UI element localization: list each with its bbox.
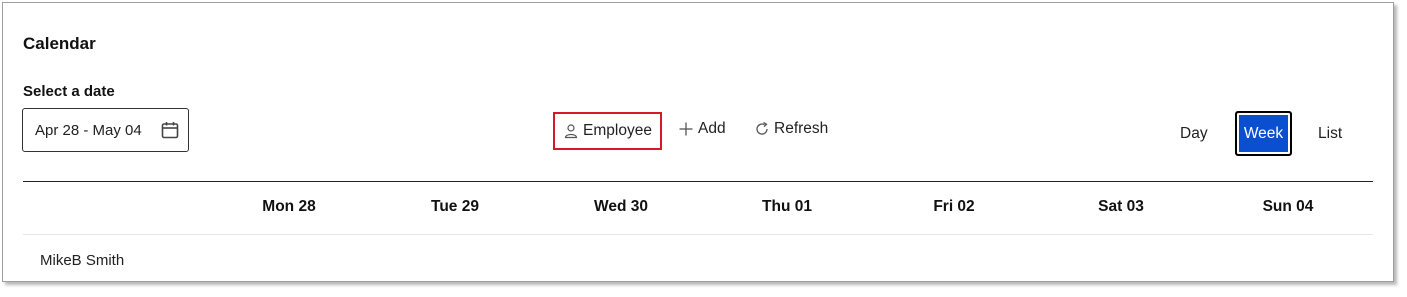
employee-row-name: MikeB Smith xyxy=(40,252,125,269)
day-header-tue: Tue 29 xyxy=(431,198,479,215)
calendar-panel: Calendar Select a date Apr 28 - May 04 E… xyxy=(2,2,1394,282)
employee-button[interactable]: Employee xyxy=(553,112,662,150)
view-list-button[interactable]: List xyxy=(1318,125,1342,143)
day-header-thu: Thu 01 xyxy=(762,198,812,215)
date-picker-label: Select a date xyxy=(23,83,115,100)
plus-icon xyxy=(679,122,693,136)
day-header-sun: Sun 04 xyxy=(1262,198,1314,215)
add-label: Add xyxy=(698,120,726,137)
day-header-wed: Wed 30 xyxy=(594,198,648,215)
calendar-icon[interactable] xyxy=(160,120,180,140)
refresh-button[interactable]: Refresh xyxy=(754,120,828,138)
person-icon xyxy=(564,124,578,139)
refresh-icon xyxy=(756,121,768,135)
day-header-mon: Mon 28 xyxy=(262,198,316,215)
view-day-button[interactable]: Day xyxy=(1180,125,1208,143)
view-week-button[interactable]: Week xyxy=(1235,111,1292,156)
date-range-value: Apr 28 - May 04 xyxy=(35,121,142,139)
date-picker-field[interactable]: Apr 28 - May 04 xyxy=(22,108,189,152)
page-title: Calendar xyxy=(23,34,96,53)
employee-label: Employee xyxy=(583,122,652,139)
day-header-fri: Fri 02 xyxy=(933,198,975,215)
day-header-sat: Sat 03 xyxy=(1098,198,1144,215)
row-divider xyxy=(23,234,1373,235)
refresh-label: Refresh xyxy=(774,120,829,137)
header-divider xyxy=(23,181,1373,182)
add-button[interactable]: Add xyxy=(678,120,726,138)
